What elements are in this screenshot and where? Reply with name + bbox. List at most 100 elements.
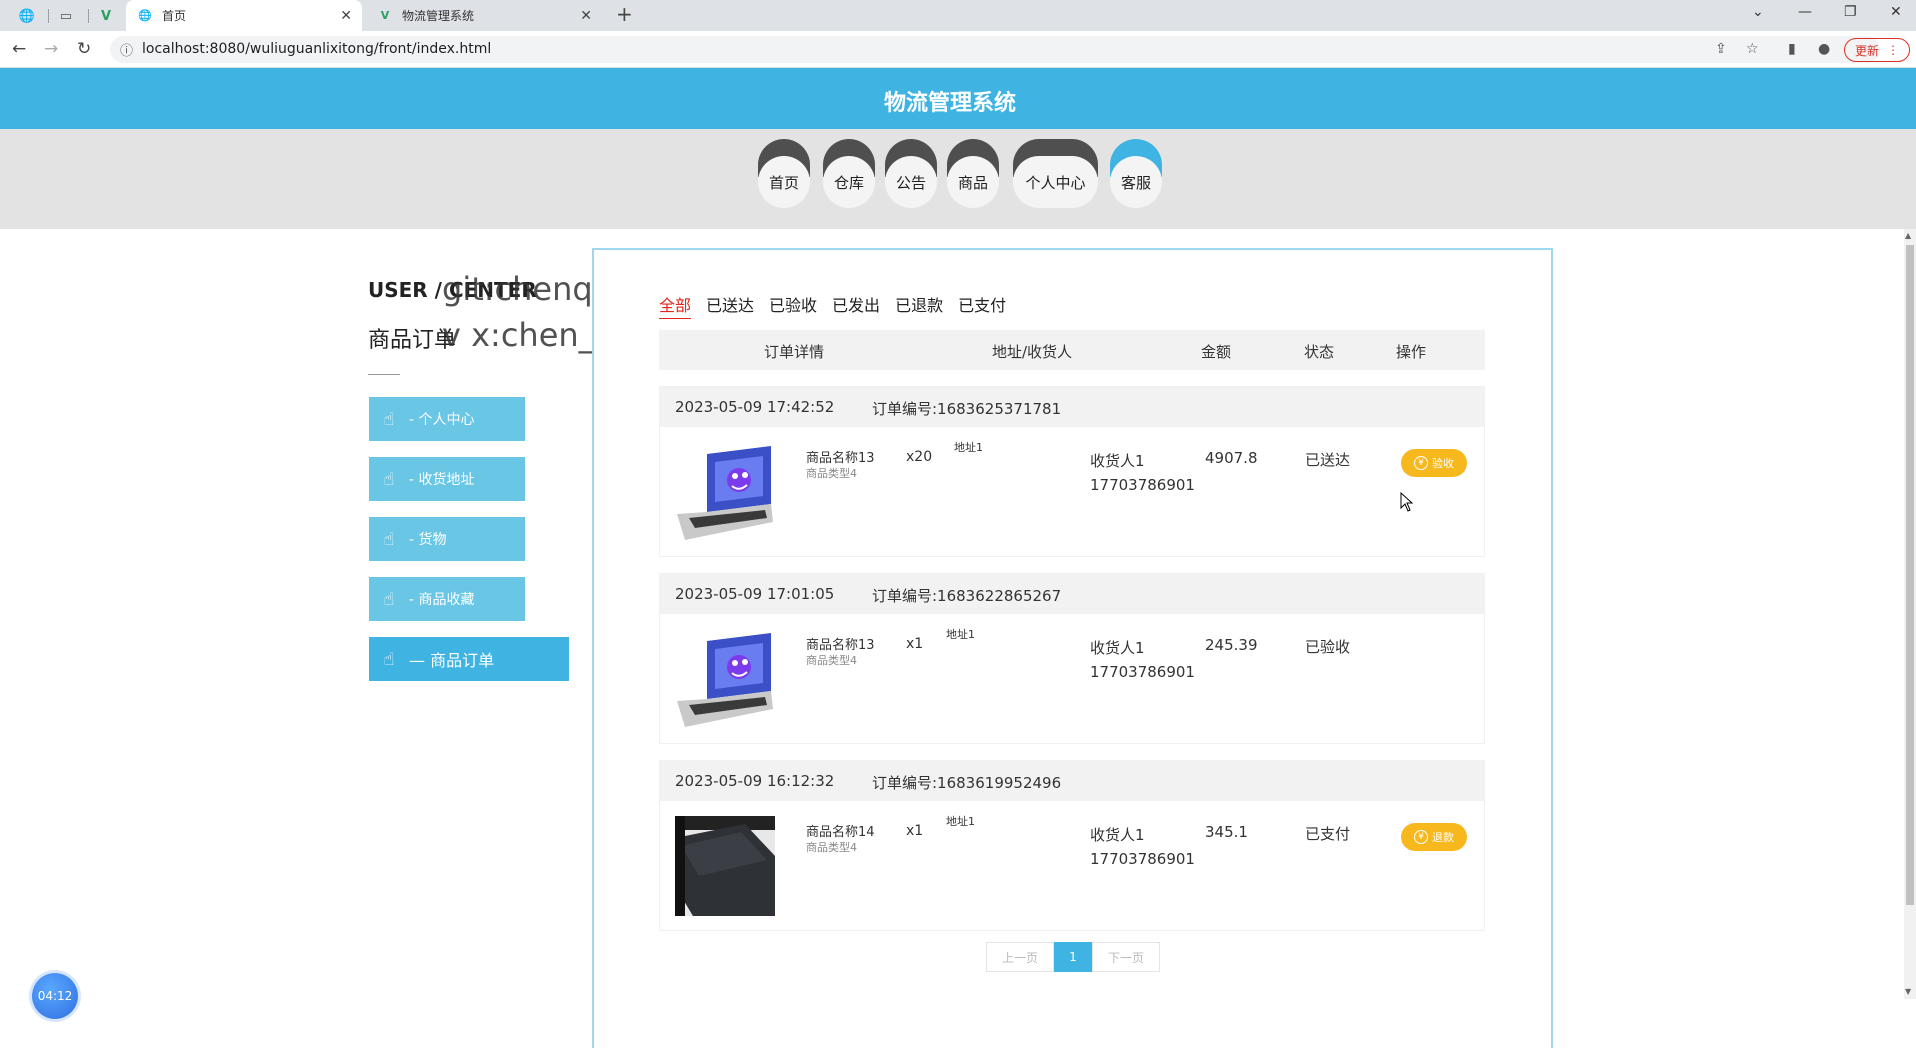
nav-label: 个人中心 <box>1013 156 1098 208</box>
order-number: 订单编号:1683622865267 <box>872 587 1062 605</box>
page-scrollbar[interactable]: ▲ ▼ <box>1904 229 1916 999</box>
column-header: 金额 <box>1201 343 1232 361</box>
sidebar-item-favorites[interactable]: ☝ - 商品收藏 <box>369 577 525 621</box>
site-title: 物流管理系统 <box>883 91 1016 116</box>
address-bar-row: ← → ↻ ⓘ localhost:8080/wuliuguanlixitong… <box>0 31 1916 68</box>
nav-label: 客服 <box>1110 156 1162 208</box>
order-amount: 345.1 <box>1205 823 1248 841</box>
reload-icon[interactable]: ↻ <box>77 39 91 59</box>
order-number: 订单编号:1683619952496 <box>872 774 1062 792</box>
hand-icon: ☝ <box>383 468 395 490</box>
receiver-block: 收货人1 17703786901 <box>1090 449 1195 497</box>
order-status: 已送达 <box>1305 451 1351 469</box>
laptop-product-image[interactable] <box>675 629 775 729</box>
sidebar-item-address[interactable]: ☝ - 收货地址 <box>369 457 525 501</box>
product-name: 商品名称14 <box>806 825 875 840</box>
dark-laptop-product-image[interactable] <box>675 816 775 916</box>
divider <box>368 374 400 375</box>
receiver-name: 收货人1 <box>1090 826 1145 844</box>
inspect-button[interactable]: ¥ 验收 <box>1401 449 1467 477</box>
tab-inspected[interactable]: 已验收 <box>769 292 817 319</box>
sidebar-item-user-center[interactable]: ☝ - 个人中心 <box>369 397 525 441</box>
tab-paid[interactable]: 已支付 <box>958 292 1006 319</box>
url-field[interactable]: ⓘ localhost:8080/wuliuguanlixitong/front… <box>110 36 1880 63</box>
yen-icon: ¥ <box>1414 456 1428 470</box>
close-icon[interactable]: ✕ <box>340 8 352 24</box>
tab-refunded[interactable]: 已退款 <box>895 292 943 319</box>
close-icon[interactable]: ✕ <box>580 8 592 24</box>
info-icon[interactable]: ⓘ <box>120 40 133 59</box>
receiver-block: 收货人1 17703786901 <box>1090 823 1195 871</box>
column-header: 订单详情 <box>764 343 825 361</box>
order-card: 2023-05-09 17:42:52 订单编号:1683625371781 商… <box>659 386 1485 557</box>
laptop-product-image[interactable] <box>675 442 775 542</box>
sidebar-item-orders[interactable]: ☝ — 商品订单 <box>369 637 569 681</box>
column-header: 地址/收货人 <box>992 343 1073 361</box>
nav-label: 商品 <box>947 156 999 208</box>
nav-notice[interactable]: 公告 <box>885 139 937 209</box>
yen-icon: ¥ <box>1414 830 1428 844</box>
prev-page-button[interactable]: 上一页 <box>986 942 1054 972</box>
receiver-name: 收货人1 <box>1090 639 1145 657</box>
column-header: 操作 <box>1396 343 1427 361</box>
restore-icon[interactable]: ❐ <box>1844 4 1857 20</box>
share-icon[interactable]: ⇪ <box>1715 41 1727 57</box>
order-header: 2023-05-09 16:12:32 订单编号:1683619952496 <box>660 761 1484 801</box>
order-time: 2023-05-09 17:01:05 <box>675 585 835 603</box>
vue-icon[interactable]: V <box>92 4 120 28</box>
order-status: 已支付 <box>1305 825 1351 843</box>
tab-delivered[interactable]: 已送达 <box>706 292 754 319</box>
hand-icon: ☝ <box>383 648 395 670</box>
receiver-name: 收货人1 <box>1090 452 1145 470</box>
url-text: localhost:8080/wuliuguanlixitong/front/i… <box>142 41 492 57</box>
tab-all[interactable]: 全部 <box>659 292 692 319</box>
nav-warehouse[interactable]: 仓库 <box>823 139 875 209</box>
globe-icon: 🌐 <box>138 9 152 22</box>
nav-home[interactable]: 首页 <box>758 139 810 209</box>
action-label: 验收 <box>1432 457 1454 470</box>
pinned-tab-icon[interactable]: ▭ <box>52 4 80 28</box>
profile-icon[interactable]: ● <box>1818 41 1830 57</box>
scroll-up-icon[interactable]: ▲ <box>1905 231 1911 240</box>
address: 地址1 <box>954 441 983 454</box>
next-page-button[interactable]: 下一页 <box>1092 942 1160 972</box>
order-card: 2023-05-09 16:12:32 订单编号:1683619952496 商… <box>659 760 1485 931</box>
receiver-phone: 17703786901 <box>1090 850 1195 868</box>
nav-user-center[interactable]: 个人中心 <box>1013 139 1098 209</box>
minimize-icon[interactable]: — <box>1798 4 1812 20</box>
tab-separator <box>88 9 89 23</box>
order-card: 2023-05-09 17:01:05 订单编号:1683622865267 商… <box>659 573 1485 744</box>
tab-search-icon[interactable]: ⌄ <box>1752 4 1764 20</box>
nav-goods[interactable]: 商品 <box>947 139 999 209</box>
receiver-phone: 17703786901 <box>1090 663 1195 681</box>
hand-icon: ☝ <box>383 408 395 430</box>
product-name: 商品名称13 <box>806 451 875 466</box>
hand-icon: ☝ <box>383 528 395 550</box>
scroll-thumb[interactable] <box>1906 245 1914 905</box>
sidebar-item-label: - 个人中心 <box>409 412 475 428</box>
refund-button[interactable]: ¥ 退款 <box>1401 823 1467 851</box>
sidebar-item-label: - 商品收藏 <box>409 592 475 608</box>
sidebar-item-cargo[interactable]: ☝ - 货物 <box>369 517 525 561</box>
sidebar-item-label: — 商品订单 <box>409 651 495 670</box>
sidepanel-icon[interactable]: ▮ <box>1788 41 1796 57</box>
tab-shipped[interactable]: 已发出 <box>832 292 880 319</box>
update-button[interactable]: 更新 ⋮ <box>1844 38 1910 62</box>
product-name: 商品名称13 <box>806 638 875 653</box>
pinned-tab-icon[interactable]: 🌐 <box>13 4 41 28</box>
star-icon[interactable]: ☆ <box>1746 41 1759 57</box>
scroll-down-icon[interactable]: ▼ <box>1905 987 1911 996</box>
sidebar-item-label: - 货物 <box>409 532 447 548</box>
recording-timer[interactable]: 04:12 <box>32 973 78 1019</box>
forward-icon[interactable]: → <box>44 39 58 59</box>
receiver-block: 收货人1 17703786901 <box>1090 636 1195 684</box>
order-time: 2023-05-09 16:12:32 <box>675 772 835 790</box>
tab-logistics[interactable]: V 物流管理系统 ✕ <box>366 0 602 31</box>
tab-home[interactable]: 🌐 首页 ✕ <box>126 0 362 31</box>
quantity: x1 <box>906 823 924 839</box>
page-number[interactable]: 1 <box>1054 942 1092 972</box>
close-window-icon[interactable]: ✕ <box>1890 4 1902 20</box>
back-icon[interactable]: ← <box>12 39 26 59</box>
new-tab-button[interactable]: + <box>616 2 633 26</box>
nav-service[interactable]: 客服 <box>1110 139 1162 209</box>
